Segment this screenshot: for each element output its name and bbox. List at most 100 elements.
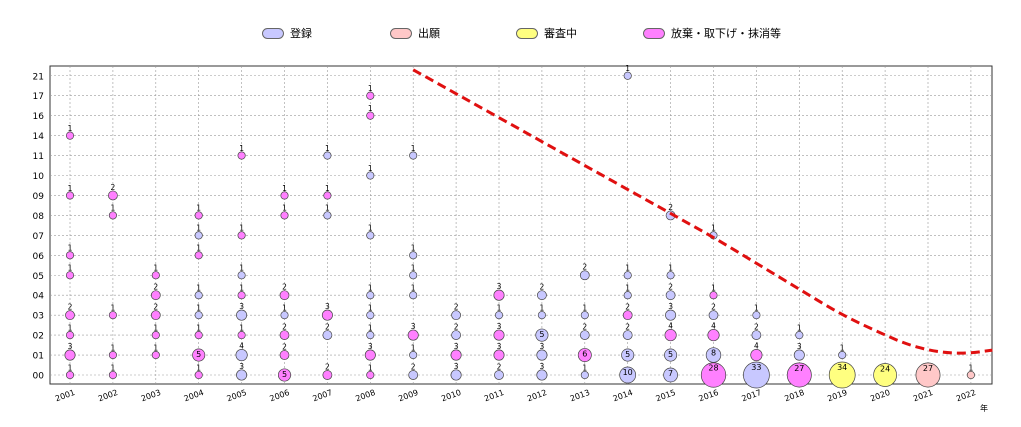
bubble-count-label: 24 xyxy=(880,365,890,374)
data-bubble xyxy=(236,369,248,381)
data-bubble xyxy=(580,370,589,380)
bubble-count-label: 1 xyxy=(368,84,373,93)
bubble-count-label: 3 xyxy=(325,302,330,311)
bubble-count-label: 2 xyxy=(282,343,287,352)
bubble-count-label: 1 xyxy=(68,244,73,253)
data-bubble xyxy=(579,270,590,281)
x-tick-label: 2022 xyxy=(955,388,977,403)
data-bubble xyxy=(622,310,633,321)
bubble-count-label: 1 xyxy=(411,264,416,273)
bubble-count-label: 1 xyxy=(497,303,502,312)
bubble-count-label: 1 xyxy=(797,323,802,332)
y-tick-label: 05 xyxy=(33,272,44,282)
data-bubble xyxy=(409,350,418,360)
plot-frame xyxy=(49,65,993,385)
data-bubble xyxy=(664,329,677,342)
data-bubble xyxy=(108,370,117,380)
bubble-count-label: 1 xyxy=(68,184,73,193)
bubble-count-label: 3 xyxy=(239,302,244,311)
bubble-count-label: 1 xyxy=(196,244,201,253)
bubble-count-label: 1 xyxy=(282,204,287,213)
data-bubble xyxy=(237,331,246,340)
bubble-count-label: 8 xyxy=(711,349,716,358)
data-bubble xyxy=(280,311,289,320)
bubble-count-label: 1 xyxy=(239,224,244,233)
bubble-count-label: 1 xyxy=(711,284,716,293)
x-tick-label: 2016 xyxy=(698,388,720,403)
data-bubble xyxy=(237,291,246,300)
bubble-count-label: 34 xyxy=(837,363,847,372)
bubble-count-label: 5 xyxy=(196,350,201,359)
x-tick-label: 2014 xyxy=(612,388,634,403)
bubble-count-label: 1 xyxy=(325,184,330,193)
data-bubble xyxy=(235,348,248,362)
bubble-count-label: 4 xyxy=(754,341,759,350)
bubble-count-label: 1 xyxy=(239,323,244,332)
bubble-count-label: 1 xyxy=(196,323,201,332)
y-tick-label: 03 xyxy=(33,312,44,322)
bubble-count-label: 1 xyxy=(196,284,201,293)
bubble-count-label: 1 xyxy=(368,224,373,233)
data-bubble xyxy=(366,331,375,340)
data-bubble xyxy=(151,350,160,360)
x-tick-label: 2021 xyxy=(912,388,934,403)
data-bubble xyxy=(108,211,117,220)
x-tick-label: 2015 xyxy=(655,388,677,403)
x-tick-label: 2019 xyxy=(826,388,848,403)
data-bubble xyxy=(450,349,462,361)
bubble-count-label: 3 xyxy=(497,342,502,351)
bubble-count-label: 2 xyxy=(454,303,459,312)
data-bubble xyxy=(493,329,505,341)
bubble-count-label: 3 xyxy=(540,362,545,371)
data-bubble xyxy=(451,330,461,340)
x-tick-label: 2012 xyxy=(526,388,548,403)
bubble-count-label: 3 xyxy=(454,362,459,371)
bubble-count-label: 1 xyxy=(668,264,673,273)
data-bubble xyxy=(751,330,762,340)
bubble-count-label: 27 xyxy=(923,364,933,373)
data-bubble xyxy=(752,311,761,320)
bubble-count-label: 1 xyxy=(368,363,373,372)
data-bubble xyxy=(151,331,160,340)
data-bubble xyxy=(408,370,419,380)
y-tick-label: 00 xyxy=(33,372,45,382)
bubble-count-label: 3 xyxy=(411,322,416,331)
bubble-count-label: 1 xyxy=(153,264,158,273)
data-bubble xyxy=(323,191,332,200)
bubble-count-label: 5 xyxy=(282,370,287,379)
bubble-count-label: 4 xyxy=(668,321,673,330)
bubble-count-label: 2 xyxy=(540,283,545,292)
data-bubble xyxy=(321,309,333,321)
bubble-count-label: 3 xyxy=(454,342,459,351)
x-tick-label: 2008 xyxy=(354,388,376,403)
data-bubble xyxy=(493,349,505,361)
data-bubble xyxy=(707,329,720,342)
bubble-count-label: 1 xyxy=(239,264,244,273)
data-bubble xyxy=(709,291,718,300)
data-bubble xyxy=(366,231,375,240)
y-tick-label: 09 xyxy=(33,192,45,202)
data-bubble xyxy=(409,271,418,280)
data-bubble xyxy=(623,291,632,300)
bubble-count-label: 1 xyxy=(196,303,201,312)
data-bubble xyxy=(194,311,203,320)
data-bubble xyxy=(279,290,290,301)
bubble-count-label: 2 xyxy=(454,323,459,332)
bubble-count-label: 3 xyxy=(540,342,545,351)
bubble-count-label: 10 xyxy=(623,368,633,377)
bubble-count-label: 2 xyxy=(582,323,587,332)
data-bubble xyxy=(622,330,633,340)
bubble-count-label: 2 xyxy=(325,362,330,371)
data-bubble xyxy=(665,309,677,321)
data-bubble xyxy=(64,349,76,361)
bubble-count-label: 1 xyxy=(111,303,116,312)
data-bubble xyxy=(194,211,203,220)
data-bubble xyxy=(279,350,290,360)
bubble-count-label: 1 xyxy=(282,303,287,312)
bubble-count-label: 2 xyxy=(153,303,158,312)
data-bubble xyxy=(366,171,375,180)
bubble-count-label: 1 xyxy=(368,284,373,293)
data-bubble xyxy=(450,369,462,381)
data-bubble xyxy=(494,311,504,320)
x-tick-label: 2017 xyxy=(740,388,762,403)
